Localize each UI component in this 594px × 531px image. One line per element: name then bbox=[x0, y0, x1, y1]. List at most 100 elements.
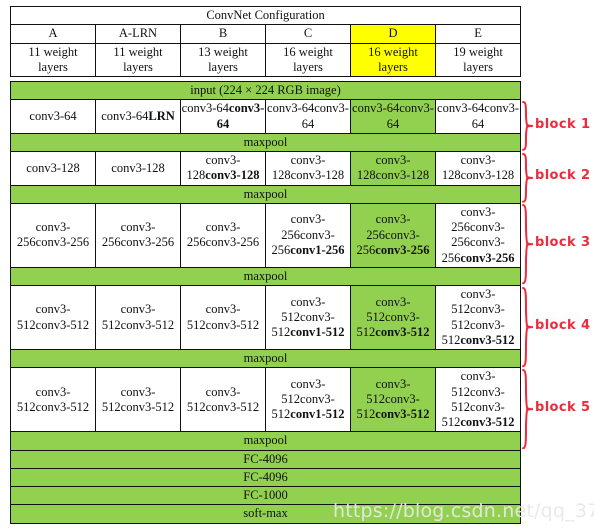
conv-cell-a: conv3-256conv3-256 bbox=[10, 202, 96, 268]
conv-cell-d: conv3-128conv3-128 bbox=[350, 151, 436, 186]
footer-label: soft-max bbox=[9, 504, 522, 524]
maxpool-label: maxpool bbox=[9, 132, 522, 153]
desc-line: 16 weight bbox=[368, 44, 418, 59]
footer-label: FC-1000 bbox=[9, 485, 522, 506]
layer-label: conv3-512 bbox=[35, 317, 90, 332]
conv-cell-e: conv3-256conv3-256conv3-256conv3-256 bbox=[434, 202, 522, 268]
layer-label: conv3-64 bbox=[267, 101, 315, 116]
desc-line: layers bbox=[293, 59, 323, 74]
desc-line: layers bbox=[378, 59, 408, 74]
column-header-e[interactable]: E bbox=[434, 24, 522, 44]
conv-cell-a: conv3-512conv3-512 bbox=[10, 285, 96, 350]
block-annotation-label: block 5 bbox=[535, 399, 591, 415]
layer-label: conv1-256 bbox=[290, 242, 345, 257]
conv-cell-d: conv3-512conv3-512conv3-512 bbox=[350, 367, 436, 433]
layer-label: conv3-256 bbox=[120, 235, 175, 250]
column-header-b[interactable]: B bbox=[180, 24, 266, 44]
conv-cell-c: conv3-512conv3-512conv1-512 bbox=[265, 367, 351, 433]
layer-label: conv3-512 bbox=[205, 399, 260, 414]
layer-label: conv3-64 bbox=[437, 101, 485, 116]
layer-label: conv3-256 bbox=[205, 235, 260, 250]
maxpool-row: maxpool bbox=[9, 431, 522, 451]
column-desc-b: 13 weight layers bbox=[180, 42, 266, 77]
conv-cell-c: conv3-256conv3-256conv1-256 bbox=[265, 202, 351, 268]
conv-cell-d: conv3-256conv3-256conv3-256 bbox=[350, 202, 436, 268]
column-desc-a: 11 weight layers bbox=[10, 42, 96, 77]
desc-line: 11 weight bbox=[113, 44, 163, 59]
layer-label: conv3-512 bbox=[460, 332, 515, 347]
table-title: ConvNet Configuration bbox=[9, 5, 522, 26]
block-annotation-label: block 1 bbox=[535, 116, 591, 132]
brace-icon bbox=[522, 152, 534, 203]
layer-label: conv3-512 bbox=[375, 325, 430, 340]
conv-cell-c: conv3-128conv3-128 bbox=[265, 151, 351, 186]
column-header-d[interactable]: D bbox=[350, 24, 436, 44]
layer-label: conv3-64 bbox=[352, 101, 400, 116]
layer-label: conv3-512 bbox=[120, 399, 175, 414]
conv-block-row: conv3-256conv3-256 conv3-256conv3-256 conv… bbox=[10, 202, 522, 268]
maxpool-row: maxpool bbox=[9, 132, 522, 153]
layer-label: conv3-64 bbox=[29, 108, 77, 123]
conv-cell-e: conv3-64conv3-64 bbox=[434, 99, 522, 134]
layer-label: conv3-128 bbox=[375, 168, 430, 183]
footer-label: FC-4096 bbox=[9, 449, 522, 469]
brace-icon bbox=[522, 204, 534, 285]
conv-block-row: conv3-512conv3-512 conv3-512conv3-512 conv… bbox=[10, 367, 522, 433]
desc-line: 13 weight bbox=[198, 44, 248, 59]
conv-cell-a-lrn: conv3-256conv3-256 bbox=[95, 202, 181, 268]
layer-label: conv3-256 bbox=[460, 250, 515, 265]
table-title-row: ConvNet Configuration bbox=[9, 5, 522, 26]
conv-cell-a: conv3-64 bbox=[10, 99, 96, 134]
column-letter-row: A A-LRN B C D E bbox=[10, 24, 522, 44]
maxpool-label: maxpool bbox=[9, 431, 522, 451]
maxpool-label: maxpool bbox=[9, 266, 522, 287]
conv-cell-a-lrn: conv3-128 bbox=[95, 151, 181, 186]
layer-label: conv3-128 bbox=[290, 168, 345, 183]
conv-block-row: conv3-64 conv3-64LRN conv3-64conv3-64 conv3… bbox=[10, 99, 522, 134]
desc-line: 11 weight bbox=[28, 44, 78, 59]
conv-cell-a: conv3-512conv3-512 bbox=[10, 367, 96, 433]
column-header-a-lrn[interactable]: A-LRN bbox=[95, 24, 181, 44]
conv-block-row: conv3-128 conv3-128 conv3-128conv3-128 conv… bbox=[10, 151, 522, 186]
conv-cell-b: conv3-512conv3-512 bbox=[180, 367, 266, 433]
layer-label: conv3-128 bbox=[460, 168, 515, 183]
conv-cell-e: conv3-512conv3-512conv3-512conv3-512 bbox=[434, 285, 522, 350]
column-header-a[interactable]: A bbox=[10, 24, 96, 44]
block-annotation-label: block 4 bbox=[535, 317, 591, 333]
conv-cell-c: conv3-512conv3-512conv1-512 bbox=[265, 285, 351, 350]
footer-row: FC-4096 bbox=[9, 467, 522, 488]
desc-line: 19 weight bbox=[453, 44, 503, 59]
conv-cell-b: conv3-256conv3-256 bbox=[180, 202, 266, 268]
conv-cell-e: conv3-128conv3-128 bbox=[434, 151, 522, 186]
footer-row: soft-max bbox=[9, 504, 522, 524]
desc-line: layers bbox=[123, 59, 153, 74]
conv-cell-b: conv3-128conv3-128 bbox=[180, 151, 266, 186]
layer-label: conv3-512 bbox=[460, 415, 515, 429]
column-header-c[interactable]: C bbox=[265, 24, 351, 44]
layer-label: conv3-64 bbox=[101, 108, 149, 123]
maxpool-label: maxpool bbox=[9, 184, 522, 204]
conv-block-row: conv3-512conv3-512 conv3-512conv3-512 conv… bbox=[10, 285, 522, 350]
layer-label: conv3-128 bbox=[205, 168, 260, 183]
layer-label: conv3-512 bbox=[375, 407, 430, 422]
conv-cell-a-lrn: conv3-64LRN bbox=[95, 99, 181, 134]
column-desc-c: 16 weight layers bbox=[265, 42, 351, 77]
brace-icon bbox=[522, 286, 534, 367]
maxpool-row: maxpool bbox=[9, 184, 522, 204]
table-body: ConvNet Configuration A A-LRN B C D E 11 weight… bbox=[9, 5, 522, 524]
layer-label: conv3-512 bbox=[205, 317, 260, 332]
maxpool-row: maxpool bbox=[9, 266, 522, 287]
conv-cell-a-lrn: conv3-512conv3-512 bbox=[95, 285, 181, 350]
brace-icon bbox=[522, 100, 534, 151]
conv-cell-b: conv3-512conv3-512 bbox=[180, 285, 266, 350]
conv-cell-d: conv3-512conv3-512conv3-512 bbox=[350, 285, 436, 350]
layer-label: conv3-256 bbox=[375, 242, 430, 257]
desc-line: layers bbox=[208, 59, 238, 74]
layer-label: LRN bbox=[148, 108, 175, 123]
convnet-configuration-table: ConvNet Configuration A A-LRN B C D E 11 weight… bbox=[9, 5, 522, 524]
layer-label: conv3-128 bbox=[26, 160, 80, 175]
conv-cell-e: conv3-512conv3-512conv3-512conv3-512 bbox=[434, 367, 522, 433]
desc-line: 16 weight bbox=[283, 44, 333, 59]
column-desc-e: 19 weight layers bbox=[434, 42, 522, 77]
desc-line: layers bbox=[463, 59, 493, 74]
